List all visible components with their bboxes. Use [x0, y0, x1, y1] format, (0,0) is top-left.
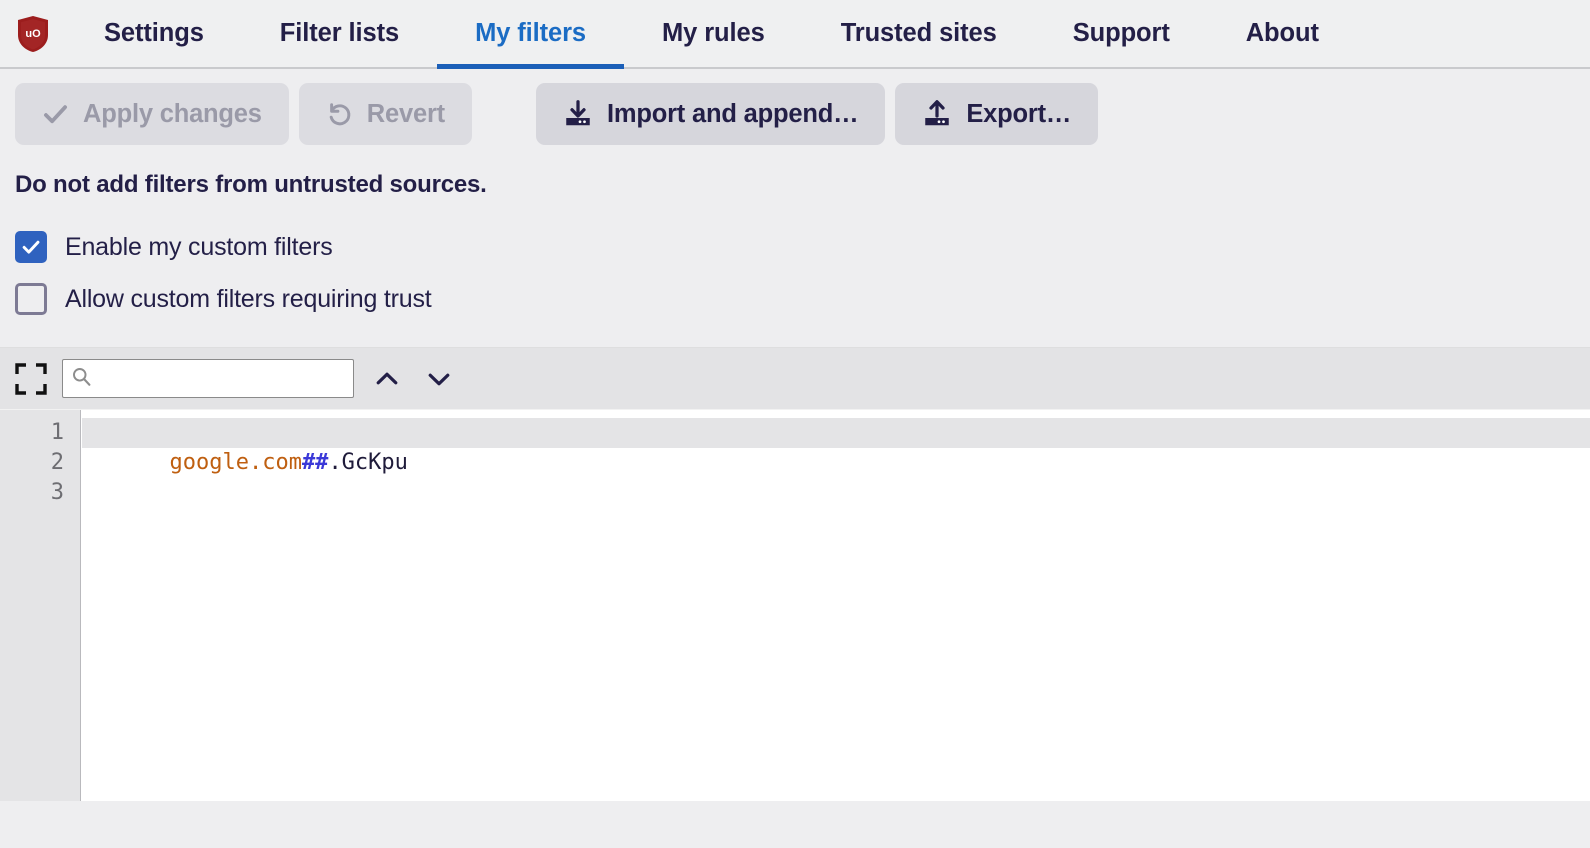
tab-my-filters[interactable]: My filters [437, 0, 624, 69]
export-label: Export… [966, 99, 1072, 128]
checkbox-allow-custom-filters-requiring-trust[interactable]: Allow custom filters requiring trust [15, 273, 432, 325]
tab-filter-lists[interactable]: Filter lists [242, 0, 437, 67]
tab-trusted-sites[interactable]: Trusted sites [803, 0, 1035, 67]
tab-label: Trusted sites [840, 19, 997, 47]
import-and-append-label: Import and append… [606, 99, 859, 128]
line-number: 1 [50, 420, 64, 445]
tab-label: Filter lists [279, 19, 400, 47]
editor-code-area[interactable]: google.com##.GcKpu [82, 410, 1590, 801]
untrusted-sources-warning: Do not add filters from untrusted source… [15, 171, 487, 198]
tab-label: Support [1072, 19, 1170, 47]
app-logo: uO [0, 0, 66, 67]
apply-changes-button[interactable]: Apply changes [15, 83, 289, 145]
tab-support[interactable]: Support [1035, 0, 1208, 67]
main-tab-bar: uO Settings Filter lists My filters My r… [0, 0, 1590, 69]
expand-fullscreen-icon[interactable] [14, 362, 48, 396]
revert-button[interactable]: Revert [298, 83, 472, 145]
revert-label: Revert [366, 99, 445, 128]
check-icon [42, 101, 69, 128]
code-token-selector: .GcKpu [328, 450, 408, 475]
checkbox-unchecked-box[interactable] [15, 283, 47, 315]
chevron-up-icon [376, 372, 398, 384]
checkbox-label: Enable my custom filters [65, 232, 333, 261]
code-token-separator: ## [301, 450, 329, 475]
import-and-append-button[interactable]: Import and append… [535, 83, 886, 145]
options-group: Enable my custom filters Allow custom fi… [0, 221, 1590, 325]
code-line[interactable] [82, 478, 1590, 508]
apply-changes-label: Apply changes [83, 99, 262, 128]
tab-label: My rules [662, 19, 765, 47]
svg-text:uO: uO [25, 28, 41, 40]
action-toolbar: Apply changes Revert Import and append… [0, 69, 1590, 145]
chevron-down-icon [428, 373, 450, 385]
editor-line-number-gutter: 1 2 3 [0, 410, 81, 801]
search-next-button[interactable] [420, 360, 458, 398]
checkbox-label: Allow custom filters requiring trust [65, 284, 432, 313]
checkmark-icon [22, 240, 40, 254]
tab-label: My filters [475, 19, 587, 47]
tab-settings[interactable]: Settings [66, 0, 242, 67]
editor-search-toolbar [0, 347, 1590, 409]
ublock-origin-shield-icon: uO [18, 15, 48, 52]
checkbox-checked-box[interactable] [15, 231, 47, 263]
export-button[interactable]: Export… [895, 83, 1099, 145]
code-line[interactable]: google.com##.GcKpu [82, 418, 1590, 475]
undo-arrow-icon [326, 101, 353, 128]
tab-label: About [1245, 19, 1319, 47]
tab-my-rules[interactable]: My rules [624, 0, 803, 67]
import-download-tray-icon [563, 99, 593, 129]
search-previous-button[interactable] [368, 360, 406, 398]
filter-code-editor[interactable]: 1 2 3 google.com##.GcKpu [0, 409, 1590, 801]
export-upload-tray-icon [922, 99, 952, 129]
tab-about[interactable]: About [1208, 0, 1357, 67]
code-token-host: google.com [169, 450, 302, 475]
search-input[interactable] [62, 359, 354, 398]
editor-search-field[interactable] [62, 359, 354, 398]
line-number: 2 [50, 450, 64, 475]
line-number: 3 [50, 480, 64, 505]
checkbox-enable-my-custom-filters[interactable]: Enable my custom filters [15, 221, 333, 273]
tab-label: Settings [104, 19, 204, 47]
